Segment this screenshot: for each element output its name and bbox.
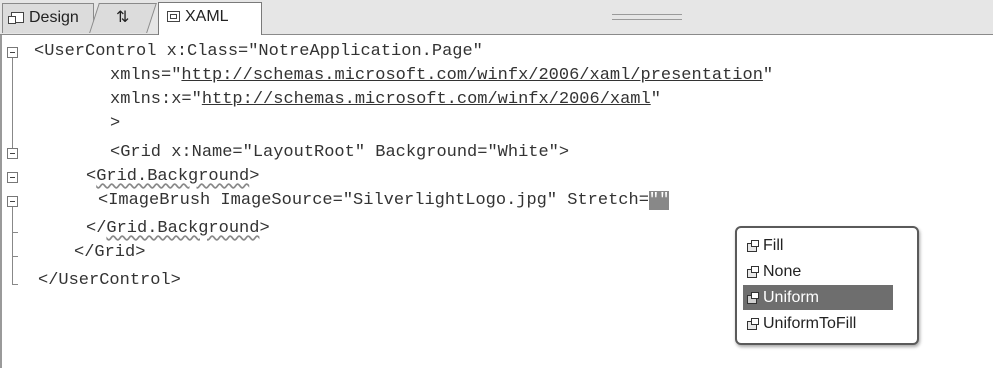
namespace-link[interactable]: http://schemas.microsoft.com/winfx/2006/…: [181, 66, 763, 85]
xaml-editor-window: Design ⇅ XAML <UserControl x:Class="Notr…: [0, 0, 993, 368]
xaml-view-icon: [167, 11, 180, 22]
tab-xaml-label: XAML: [185, 8, 229, 25]
enum-value-icon: [747, 292, 759, 304]
namespace-link[interactable]: http://schemas.microsoft.com/winfx/2006/…: [202, 90, 651, 109]
outlining-margin: [2, 35, 32, 305]
code-line: <Grid.Background>: [86, 167, 260, 186]
outline-guide: [12, 207, 13, 285]
enum-value-icon: [747, 266, 759, 278]
completion-item[interactable]: UniformToFill: [743, 311, 893, 336]
tab-design-label: Design: [29, 9, 79, 26]
attribute-value-caret[interactable]: "": [648, 191, 670, 210]
code-line: xmlns="http://schemas.microsoft.com/winf…: [110, 66, 774, 85]
collapse-usercontrol-icon[interactable]: [7, 47, 18, 58]
outline-guide: [12, 58, 13, 148]
swap-panes-button[interactable]: ⇅: [89, 3, 157, 33]
code-line: </UserControl>: [38, 271, 181, 290]
enum-value-icon: [747, 318, 759, 330]
design-view-icon: [8, 12, 24, 24]
splitter-grip[interactable]: [612, 14, 682, 20]
collapse-grid-icon[interactable]: [7, 148, 18, 159]
intellisense-list[interactable]: Fill None Uniform UniformToFill: [735, 226, 919, 345]
completion-item-selected[interactable]: Uniform: [743, 285, 893, 310]
tab-xaml[interactable]: XAML: [158, 2, 262, 35]
code-line: xmlns:x="http://schemas.microsoft.com/wi…: [110, 90, 661, 109]
tab-design[interactable]: Design: [2, 3, 94, 33]
enum-value-icon: [747, 240, 759, 252]
outline-end-tick: [12, 232, 18, 233]
code-line: <Grid x:Name="LayoutRoot" Background="Wh…: [110, 143, 570, 162]
collapse-grid-background-icon[interactable]: [7, 172, 18, 183]
collapse-imagebrush-icon[interactable]: [7, 196, 18, 207]
code-line: </Grid.Background>: [86, 219, 270, 238]
code-line: <ImageBrush ImageSource="SilverlightLogo…: [98, 191, 670, 210]
code-line: <UserControl x:Class="NotreApplication.P…: [34, 42, 483, 61]
code-line: </Grid>: [74, 243, 146, 262]
code-line: >: [110, 114, 121, 133]
error-squiggle: Grid.Background: [106, 219, 260, 238]
swap-panes-icon: ⇅: [116, 9, 130, 26]
error-squiggle: Grid.Background: [96, 167, 250, 186]
outline-end-tick: [12, 256, 18, 257]
outline-end-tick: [12, 284, 18, 285]
completion-item[interactable]: None: [743, 259, 893, 284]
completion-item[interactable]: Fill: [743, 233, 893, 258]
view-tab-strip: Design ⇅ XAML: [0, 0, 993, 35]
